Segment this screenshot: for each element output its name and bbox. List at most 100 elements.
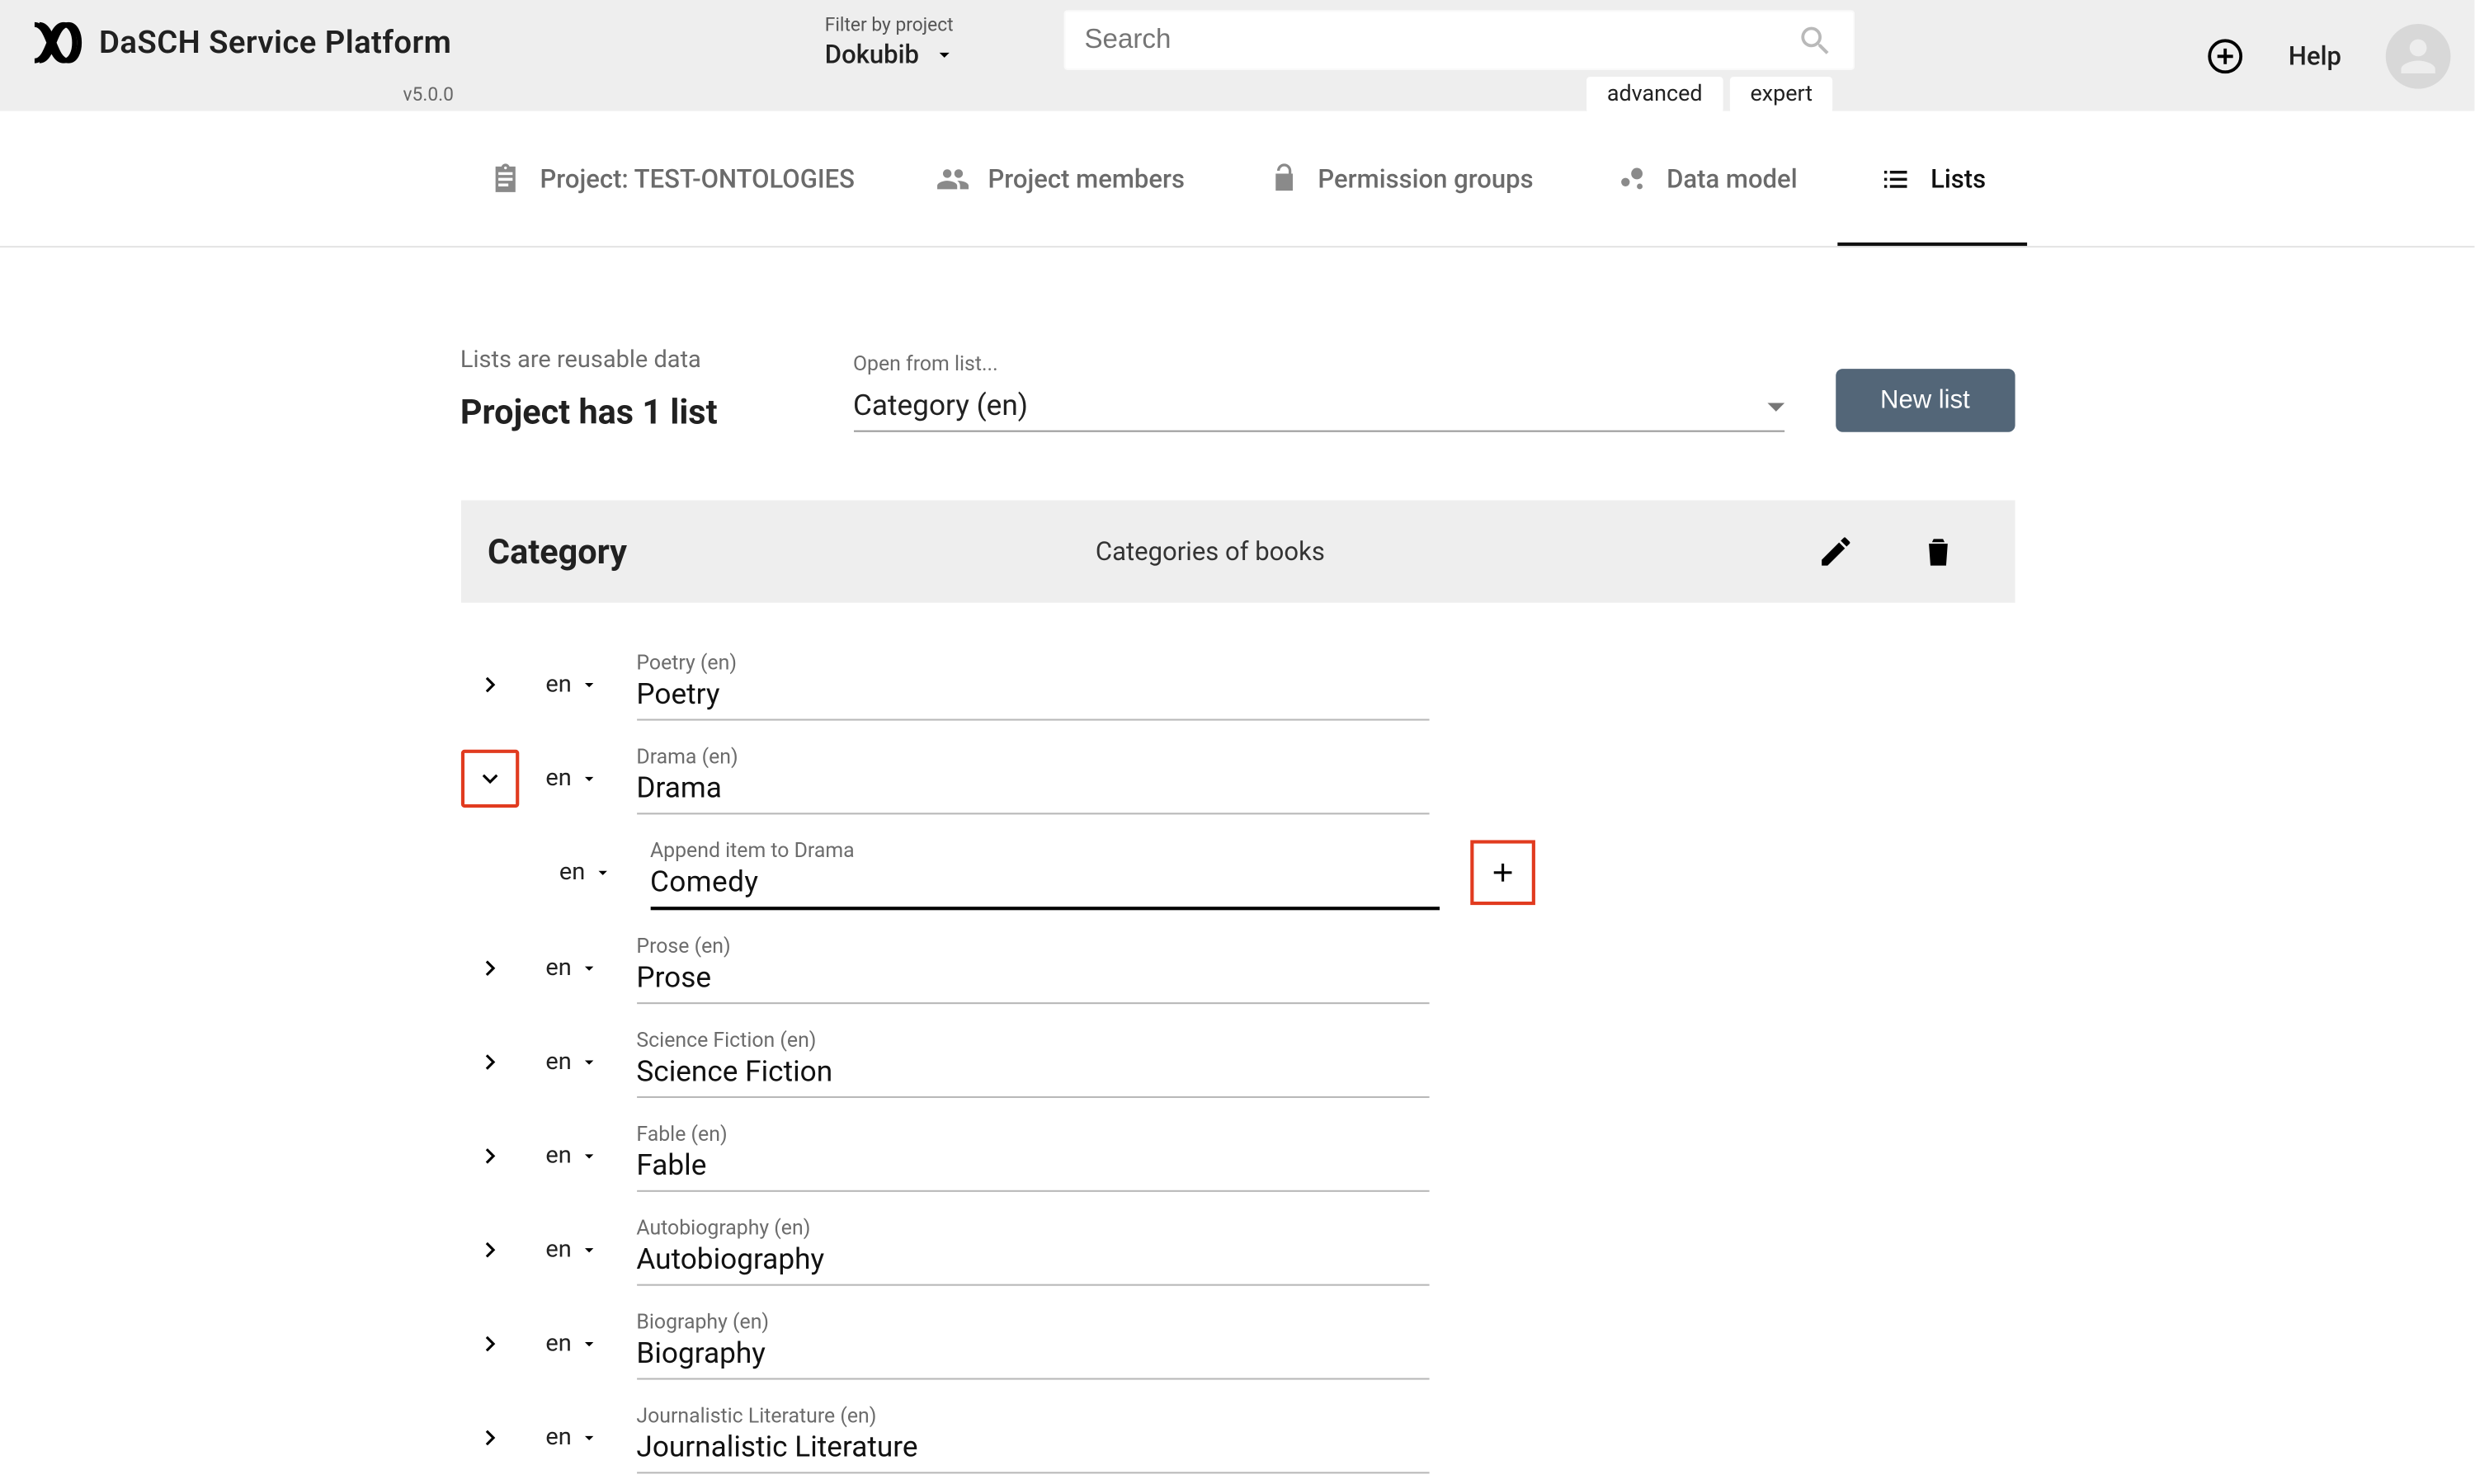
expand-chevron-icon[interactable] [460,1408,518,1466]
lang-selector[interactable]: en [545,1329,598,1356]
append-label: Append item to Drama [650,838,1439,862]
edit-icon[interactable] [1816,533,1854,571]
item-field[interactable]: Prose (en)Prose [636,930,1428,1004]
open-list-value: Category (en) [853,389,1028,423]
append-value: Comedy [650,862,1439,900]
item-label: Drama (en) [636,745,1428,769]
lang-selector[interactable]: en [545,1423,598,1450]
list-items: en Poetry (en)Poetry en Drama (en)Drama en Ap… [460,637,2015,1484]
item-field[interactable]: Drama (en)Drama [636,741,1428,814]
item-field[interactable]: Poetry (en)Poetry [636,648,1428,721]
category-subtitle: Categories of books [1068,536,1817,567]
search-icon[interactable] [1797,21,1835,59]
append-field[interactable]: Append item to DramaComedy [650,835,1439,910]
chevron-down-icon [578,957,599,978]
brand: DaSCH Service Platform [0,0,478,72]
clipboard-icon [488,162,522,196]
item-field[interactable]: Autobiography (en)Autobiography [636,1213,1428,1286]
search-box[interactable] [1064,10,1855,69]
avatar[interactable] [2386,24,2451,89]
item-field[interactable]: Science Fiction (en)Science Fiction [636,1025,1428,1098]
item-label: Biography (en) [636,1310,1428,1334]
append-item-row: en Append item to DramaComedy [545,825,2014,921]
list-item: en Science Fiction (en)Science Fiction [460,1015,2015,1109]
list-item: en Autobiography (en)Autobiography [460,1202,2015,1296]
lists-title: Project has 1 list [460,391,802,432]
project-filter[interactable]: Filter by project Dokubib [801,14,981,81]
lang-selector[interactable]: en [545,764,598,791]
item-value: Science Fiction [636,1052,1428,1090]
plus-icon [1487,857,1517,888]
chevron-down-icon [578,1145,599,1166]
lock-open-icon [1266,162,1300,196]
item-value: Poetry [636,675,1428,713]
item-value: Fable [636,1146,1428,1184]
open-list-select[interactable]: Open from list... Category (en) [853,351,1784,431]
expand-chevron-icon[interactable] [460,1220,518,1278]
version-label: v5.0.0 [403,83,454,106]
list-item: en Fable (en)Fable [460,1108,2015,1202]
tab-lists[interactable]: Lists [1838,112,2026,245]
list-item: en Biography (en)Biography [460,1296,2015,1390]
item-label: Prose (en) [636,934,1428,958]
item-label: Poetry (en) [636,651,1428,675]
search-modes: advanced expert [1586,77,1833,112]
tab-permissions[interactable]: Permission groups [1226,144,1575,213]
filter-label: Filter by project [801,14,981,36]
tab-datamodel[interactable]: Data model [1574,144,1838,213]
help-link[interactable]: Help [2289,41,2341,72]
delete-icon[interactable] [1919,533,1957,571]
item-field[interactable]: Fable (en)Fable [636,1119,1428,1192]
chevron-down-icon [592,862,613,883]
top-right: Help [2207,24,2451,89]
lang-selector[interactable]: en [559,859,612,886]
expand-chevron-icon[interactable] [460,938,518,996]
chevron-down-icon [578,1239,599,1260]
tab-project[interactable]: Project: TEST-ONTOLOGIES [448,144,896,213]
lang-selector[interactable]: en [545,1142,598,1169]
lang-selector[interactable]: en [545,670,598,697]
item-value: Biography [636,1334,1428,1372]
lists-header: Lists are reusable data Project has 1 li… [460,346,2015,431]
item-label: Autobiography (en) [636,1216,1428,1240]
add-circle-icon[interactable] [2207,38,2245,76]
category-title: Category [488,531,1068,572]
list-item: en Poetry (en)Poetry [460,637,2015,731]
chevron-down-icon [578,1051,599,1072]
lists-caption: Lists are reusable data [460,346,802,374]
chevron-down-icon [578,674,599,695]
category-header-bar: Category Categories of books [460,501,2015,603]
lists-content: Lists are reusable data Project has 1 li… [460,247,2015,1484]
add-item-button[interactable] [1470,840,1535,905]
item-field[interactable]: Journalistic Literature (en)Journalistic… [636,1400,1428,1473]
expand-chevron-icon[interactable] [460,1126,518,1184]
tab-members[interactable]: Project members [896,144,1226,213]
item-label: Journalistic Literature (en) [636,1404,1428,1428]
lang-selector[interactable]: en [545,1236,598,1263]
item-value: Drama [636,769,1428,807]
lang-selector[interactable]: en [545,954,598,981]
expand-chevron-icon[interactable] [460,1314,518,1372]
mode-expert[interactable]: expert [1730,77,1833,112]
expand-chevron-icon[interactable] [460,1032,518,1090]
open-list-label: Open from list... [853,351,1784,375]
chevron-down-icon [578,1426,599,1447]
list-item: en Drama (en)Drama [460,731,2015,825]
item-label: Fable (en) [636,1122,1428,1146]
chevron-down-icon [578,767,599,788]
item-value: Autobiography [636,1240,1428,1278]
item-field[interactable]: Biography (en)Biography [636,1307,1428,1380]
brand-logo-icon [27,21,85,65]
item-value: Prose [636,958,1428,996]
expand-chevron-icon[interactable] [460,655,518,713]
lang-selector[interactable]: en [545,1048,598,1075]
mode-advanced[interactable]: advanced [1586,77,1723,112]
list-item: en Journalistic Literature (en)Journalist… [460,1390,2015,1484]
search-input[interactable] [1084,25,1796,55]
bubbles-icon [1615,162,1649,196]
item-value: Journalistic Literature [636,1428,1428,1466]
project-tabs: Project: TEST-ONTOLOGIES Project members… [0,111,2474,248]
collapse-chevron-icon[interactable] [460,749,518,807]
filter-value: Dokubib [825,40,919,70]
new-list-button[interactable]: New list [1836,369,2014,432]
